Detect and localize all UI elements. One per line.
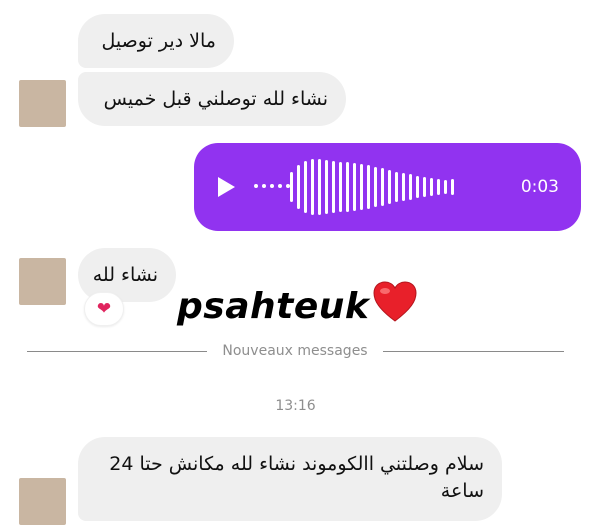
avatar[interactable] bbox=[19, 258, 66, 305]
message-bubble[interactable]: مالا دير توصيل bbox=[78, 14, 234, 68]
waveform-bar bbox=[346, 162, 349, 212]
avatar[interactable] bbox=[19, 478, 66, 525]
heart-reaction[interactable]: ❤ bbox=[84, 292, 124, 326]
timestamp: 13:16 bbox=[275, 398, 316, 414]
played-progress-dots bbox=[254, 184, 290, 188]
divider-line bbox=[27, 351, 207, 352]
waveform-bar bbox=[423, 177, 426, 197]
divider-line bbox=[383, 351, 564, 352]
watermark-text: psahteuk bbox=[177, 286, 370, 327]
heart-icon: ❤ bbox=[96, 299, 112, 319]
waveform-bar bbox=[339, 162, 342, 212]
waveform-bar bbox=[325, 160, 328, 214]
waveform-bar bbox=[304, 161, 307, 213]
waveform-bar bbox=[290, 172, 293, 202]
message-bubble[interactable]: سلام وصلتني االكوموند نشاء لله مكانش حتا… bbox=[78, 437, 502, 521]
voice-duration: 0:03 bbox=[520, 177, 559, 197]
waveform-bar bbox=[360, 164, 363, 210]
heart-icon bbox=[373, 281, 417, 322]
waveform-bar bbox=[451, 179, 454, 195]
waveform-bar bbox=[402, 173, 405, 201]
waveform-bar bbox=[353, 163, 356, 211]
waveform[interactable] bbox=[290, 159, 504, 215]
waveform-bar bbox=[374, 167, 377, 207]
waveform-bar bbox=[381, 168, 384, 206]
message-bubble[interactable]: نشاء لله توصلني قبل خميس bbox=[78, 72, 346, 126]
chat-screen: مالا دير توصيل نشاء لله توصلني قبل خميس … bbox=[0, 0, 591, 530]
waveform-bar bbox=[311, 159, 314, 215]
waveform-bar bbox=[409, 174, 412, 200]
avatar[interactable] bbox=[19, 80, 66, 127]
waveform-bar bbox=[430, 178, 433, 196]
waveform-bar bbox=[437, 179, 440, 195]
waveform-bar bbox=[416, 176, 419, 198]
waveform-bar bbox=[367, 165, 370, 209]
waveform-bar bbox=[318, 159, 321, 215]
new-messages-divider: Nouveaux messages bbox=[222, 343, 368, 359]
waveform-bar bbox=[444, 180, 447, 194]
voice-message-bubble[interactable]: 0:03 bbox=[194, 143, 581, 231]
play-icon[interactable] bbox=[218, 177, 235, 197]
waveform-bar bbox=[332, 161, 335, 213]
waveform-bar bbox=[297, 165, 300, 209]
waveform-bar bbox=[388, 170, 391, 204]
waveform-bar bbox=[395, 172, 398, 202]
